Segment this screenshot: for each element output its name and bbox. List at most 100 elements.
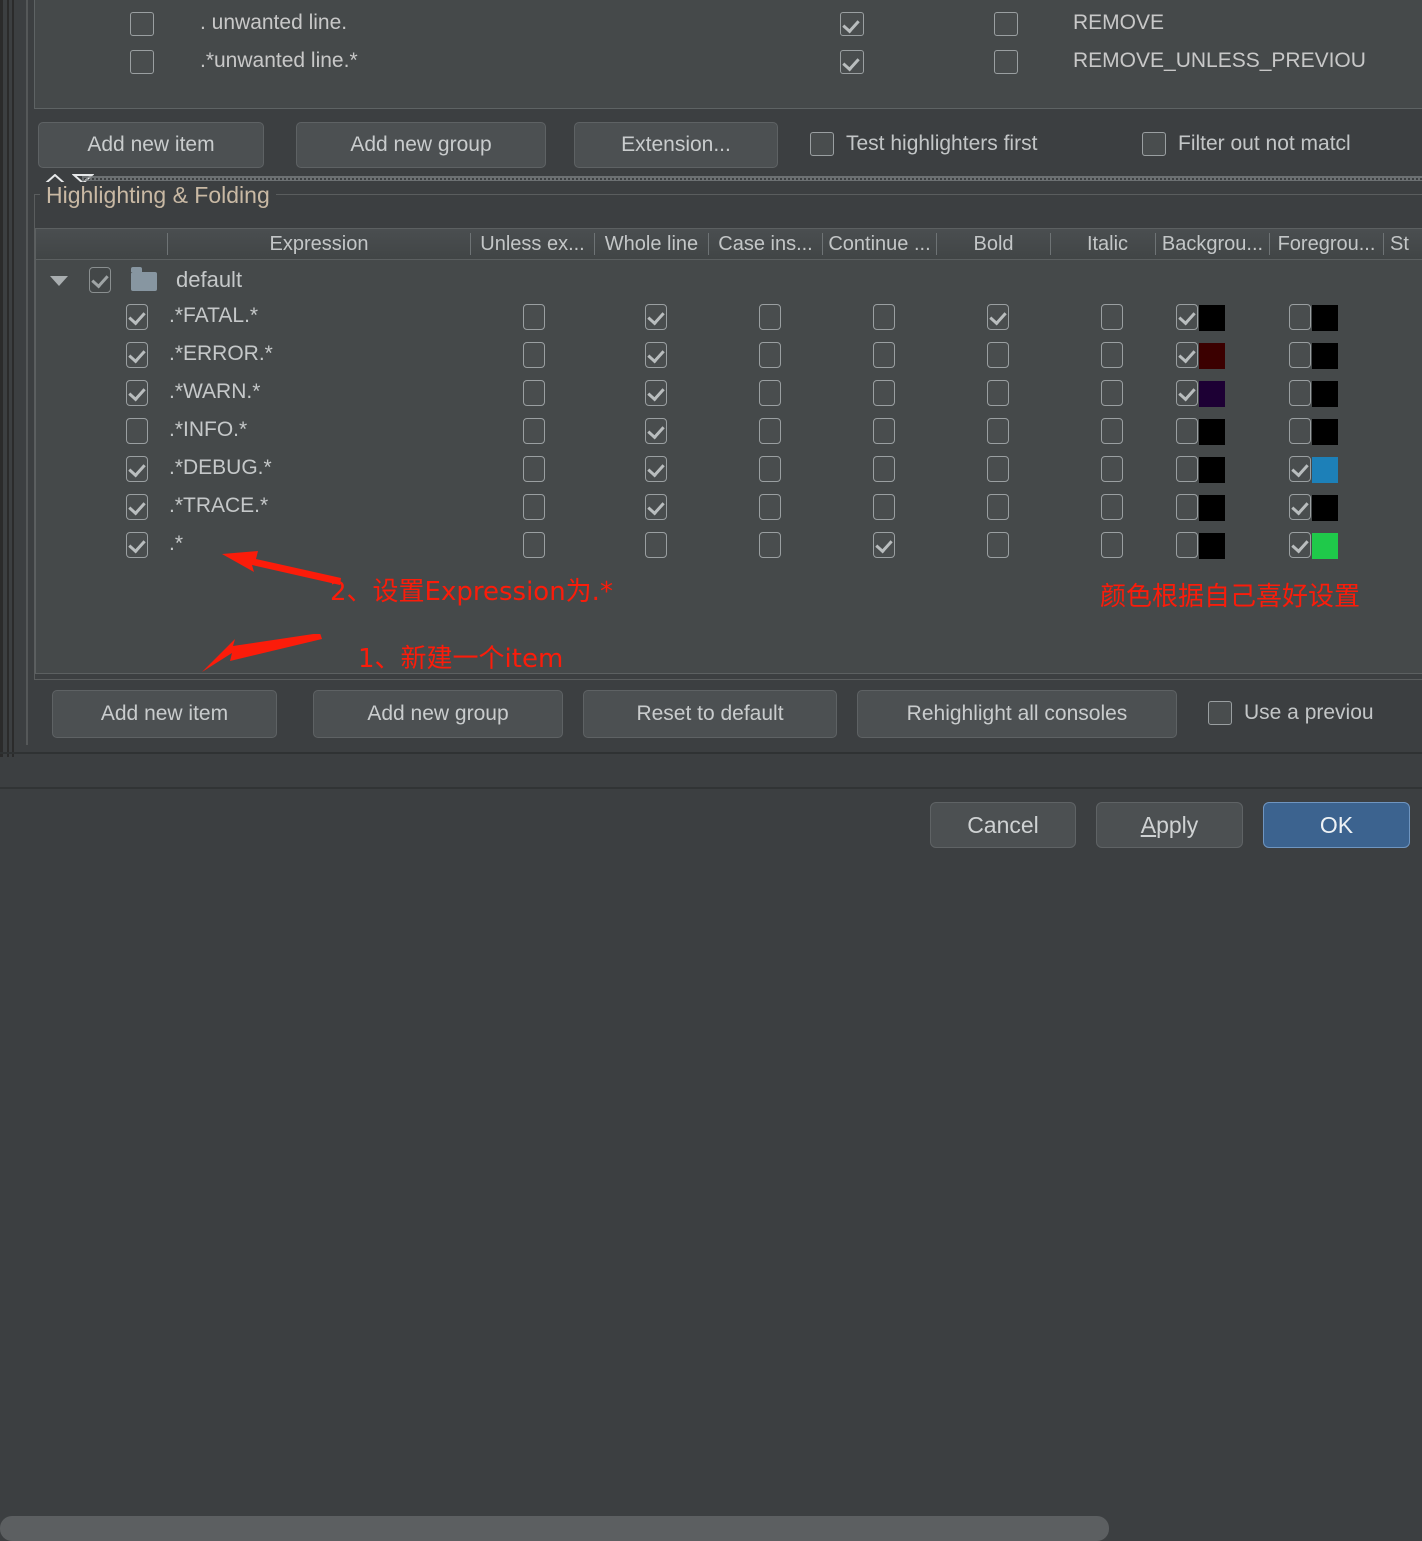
row-continue-matching-checkbox[interactable] [873, 532, 895, 563]
row-italic-checkbox[interactable] [1101, 494, 1123, 525]
apply-button[interactable]: Apply [1096, 802, 1243, 848]
row-foreground-checkbox[interactable] [1289, 418, 1311, 449]
row-background-checkbox[interactable] [1176, 456, 1198, 487]
row-whole-line-checkbox[interactable] [645, 494, 667, 525]
column-header-continue-matching[interactable]: Continue ... [823, 229, 936, 259]
row-unless-expression-checkbox[interactable] [523, 304, 545, 335]
add-new-group-button[interactable]: Add new group [313, 690, 563, 738]
row-italic-checkbox[interactable] [1101, 380, 1123, 411]
add-new-group-button-top[interactable]: Add new group [296, 122, 546, 168]
row-foreground-checkbox[interactable] [1289, 532, 1311, 563]
row-bold-checkbox[interactable] [987, 532, 1009, 563]
row-continue-matching-checkbox[interactable] [873, 304, 895, 335]
row-continue-matching-checkbox[interactable] [873, 418, 895, 449]
row-italic-checkbox[interactable] [1101, 456, 1123, 487]
column-header-background[interactable]: Backgrou... [1156, 229, 1269, 259]
row-case-insensitive-checkbox[interactable] [759, 418, 781, 449]
column-header-bold[interactable]: Bold [937, 229, 1050, 259]
row-enabled-checkbox[interactable] [126, 494, 148, 525]
row-continue-matching-checkbox[interactable] [873, 380, 895, 411]
row-fold-checkbox[interactable] [840, 12, 864, 36]
test-highlighters-first-checkbox[interactable]: Test highlighters first [810, 132, 1037, 156]
row-case-insensitive-checkbox[interactable] [759, 380, 781, 411]
row-enabled-checkbox[interactable] [126, 532, 148, 563]
group-enabled-checkbox[interactable] [89, 267, 111, 298]
filter-out-not-matching-checkbox[interactable]: Filter out not matcl [1142, 132, 1351, 156]
row-whole-line-checkbox[interactable] [645, 380, 667, 411]
column-header-expression[interactable]: Expression [168, 229, 470, 259]
row-case-insensitive-checkbox[interactable] [759, 532, 781, 563]
column-header-case-insensitive[interactable]: Case ins... [709, 229, 822, 259]
row-foreground-swatch[interactable] [1312, 533, 1338, 559]
rehighlight-all-consoles-button[interactable]: Rehighlight all consoles [857, 690, 1177, 738]
row-whole-line-checkbox[interactable] [645, 418, 667, 449]
ok-button[interactable]: OK [1263, 802, 1410, 848]
row-case-insensitive-checkbox[interactable] [759, 456, 781, 487]
row-continue-matching-checkbox[interactable] [873, 494, 895, 525]
column-header-enabled[interactable] [36, 229, 167, 259]
row-italic-checkbox[interactable] [1101, 342, 1123, 373]
row-case-insensitive-checkbox[interactable] [759, 494, 781, 525]
row-foreground-checkbox[interactable] [1289, 456, 1311, 487]
row-case-insensitive-checkbox[interactable] [759, 304, 781, 335]
table-row[interactable]: .*INFO.* [36, 414, 1422, 452]
row-italic-checkbox[interactable] [1101, 532, 1123, 563]
column-header-foreground[interactable]: Foregrou... [1270, 229, 1383, 259]
row-foreground-checkbox[interactable] [1289, 342, 1311, 373]
row-unless-expression-checkbox[interactable] [523, 456, 545, 487]
row-italic-checkbox[interactable] [1101, 418, 1123, 449]
table-row[interactable]: .*WARN.* [36, 376, 1422, 414]
checkbox-box[interactable] [1142, 132, 1166, 156]
row-second-checkbox[interactable] [994, 50, 1018, 74]
row-foreground-checkbox[interactable] [1289, 304, 1311, 335]
row-bold-checkbox[interactable] [987, 380, 1009, 411]
row-bold-checkbox[interactable] [987, 456, 1009, 487]
row-second-checkbox[interactable] [994, 12, 1018, 36]
row-whole-line-checkbox[interactable] [645, 456, 667, 487]
splitter-grip[interactable] [82, 176, 1422, 181]
add-new-item-button-top[interactable]: Add new item [38, 122, 264, 168]
cancel-button[interactable]: Cancel [930, 802, 1076, 848]
row-background-swatch[interactable] [1199, 495, 1225, 521]
row-enabled-checkbox[interactable] [126, 456, 148, 487]
row-fold-checkbox[interactable] [840, 50, 864, 74]
table-row[interactable]: .*FATAL.* [36, 300, 1422, 338]
reset-to-default-button[interactable]: Reset to default [583, 690, 837, 738]
row-background-checkbox[interactable] [1176, 532, 1198, 563]
row-continue-matching-checkbox[interactable] [873, 456, 895, 487]
chevron-down-icon[interactable] [50, 276, 68, 286]
row-foreground-swatch[interactable] [1312, 495, 1338, 521]
row-background-checkbox[interactable] [1176, 418, 1198, 449]
horizontal-scrollbar-track[interactable] [0, 757, 1422, 1541]
row-unless-expression-checkbox[interactable] [523, 418, 545, 449]
row-foreground-swatch[interactable] [1312, 457, 1338, 483]
checkbox-box[interactable] [1208, 701, 1232, 725]
row-enabled-checkbox[interactable] [126, 304, 148, 335]
horizontal-scrollbar-thumb[interactable] [0, 1516, 1109, 1541]
table-row[interactable]: .*DEBUG.* [36, 452, 1422, 490]
table-row[interactable]: .*unwanted line.* REMOVE_UNLESS_PREVIOU [35, 38, 1422, 86]
column-header-italic[interactable]: Italic [1051, 229, 1164, 259]
row-enabled-checkbox[interactable] [126, 418, 148, 449]
row-background-swatch[interactable] [1199, 457, 1225, 483]
row-unless-expression-checkbox[interactable] [523, 342, 545, 373]
row-whole-line-checkbox[interactable] [645, 342, 667, 373]
row-continue-matching-checkbox[interactable] [873, 342, 895, 373]
use-a-previous-checkbox[interactable]: Use a previou [1208, 701, 1374, 725]
row-background-swatch[interactable] [1199, 419, 1225, 445]
row-enabled-checkbox[interactable] [130, 12, 154, 36]
row-background-swatch[interactable] [1199, 381, 1225, 407]
row-unless-expression-checkbox[interactable] [523, 532, 545, 563]
row-case-insensitive-checkbox[interactable] [759, 342, 781, 373]
row-background-swatch[interactable] [1199, 305, 1225, 331]
row-foreground-swatch[interactable] [1312, 419, 1338, 445]
add-new-item-button[interactable]: Add new item [52, 690, 277, 738]
extension-button[interactable]: Extension... [574, 122, 778, 168]
row-enabled-checkbox[interactable] [126, 380, 148, 411]
column-header-unless-expression[interactable]: Unless ex... [471, 229, 594, 259]
row-unless-expression-checkbox[interactable] [523, 494, 545, 525]
row-background-swatch[interactable] [1199, 533, 1225, 559]
row-unless-expression-checkbox[interactable] [523, 380, 545, 411]
row-enabled-checkbox[interactable] [130, 50, 154, 74]
row-whole-line-checkbox[interactable] [645, 304, 667, 335]
